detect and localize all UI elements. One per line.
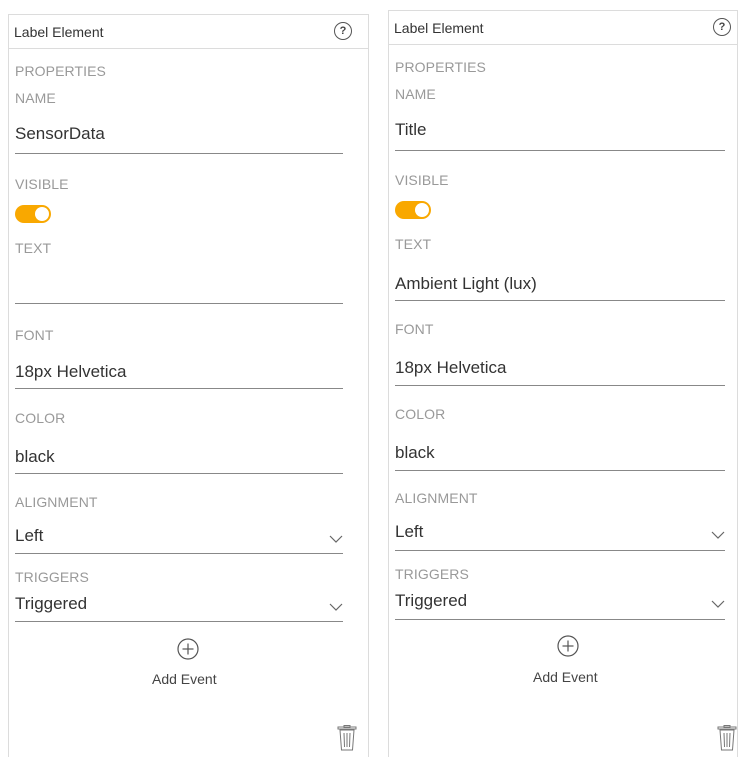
trash-icon[interactable] (717, 725, 737, 751)
help-icon[interactable]: ? (334, 22, 352, 40)
color-field[interactable]: black (15, 447, 343, 473)
alignment-value: Left (395, 522, 424, 541)
font-value: 18px Helvetica (15, 362, 127, 381)
font-label: FONT (15, 327, 54, 343)
triggers-underline (15, 621, 343, 622)
add-event-button[interactable]: Add Event (533, 669, 598, 685)
visible-label: VISIBLE (395, 172, 449, 188)
panel-title: Label Element (394, 20, 484, 36)
label-element-panel-1: Label Element ? PROPERTIES NAME SensorDa… (8, 14, 369, 757)
color-value: black (395, 443, 435, 462)
text-field[interactable]: Ambient Light (lux) (395, 274, 725, 300)
color-label: COLOR (395, 406, 446, 422)
visible-toggle[interactable] (395, 201, 431, 219)
trash-icon[interactable] (337, 725, 357, 751)
add-circle-icon[interactable] (557, 635, 579, 657)
name-underline (15, 153, 343, 154)
label-element-panel-2: Label Element ? PROPERTIES NAME Title VI… (388, 10, 738, 757)
color-field[interactable]: black (395, 443, 725, 469)
triggers-underline (395, 619, 725, 620)
triggers-select[interactable]: Triggered (395, 591, 725, 617)
color-label: COLOR (15, 410, 66, 426)
name-value: Title (395, 120, 427, 139)
panel-title: Label Element (14, 24, 104, 40)
triggers-value: Triggered (15, 594, 88, 613)
triggers-value: Triggered (395, 591, 468, 610)
properties-heading: PROPERTIES (15, 63, 106, 79)
chevron-down-icon (329, 535, 343, 543)
visible-toggle[interactable] (15, 205, 51, 223)
text-label: TEXT (15, 240, 52, 256)
visible-label: VISIBLE (15, 176, 69, 192)
font-underline (395, 385, 725, 386)
name-underline (395, 150, 725, 151)
text-label: TEXT (395, 236, 432, 252)
help-icon[interactable]: ? (713, 18, 731, 36)
properties-heading: PROPERTIES (395, 59, 486, 75)
alignment-underline (15, 553, 343, 554)
name-value: SensorData (15, 124, 105, 143)
panel-header: Label Element ? (9, 14, 368, 49)
toggle-knob (35, 207, 49, 221)
name-label: NAME (15, 90, 56, 106)
color-underline (15, 473, 343, 474)
text-underline (15, 303, 343, 304)
add-circle-icon[interactable] (177, 638, 199, 660)
alignment-label: ALIGNMENT (395, 490, 478, 506)
text-underline (395, 300, 725, 301)
font-label: FONT (395, 321, 434, 337)
name-label: NAME (395, 86, 436, 102)
text-value: Ambient Light (lux) (395, 274, 537, 293)
color-underline (395, 470, 725, 471)
add-event-button[interactable]: Add Event (152, 671, 217, 687)
panel-header: Label Element ? (389, 10, 737, 45)
alignment-select[interactable]: Left (395, 522, 725, 548)
triggers-select[interactable]: Triggered (15, 594, 343, 620)
alignment-underline (395, 550, 725, 551)
triggers-label: TRIGGERS (15, 569, 89, 585)
name-field[interactable]: Title (395, 120, 725, 150)
text-field[interactable] (15, 276, 343, 302)
toggle-knob (415, 203, 429, 217)
alignment-select[interactable]: Left (15, 526, 343, 552)
font-value: 18px Helvetica (395, 358, 507, 377)
font-underline (15, 388, 343, 389)
alignment-value: Left (15, 526, 44, 545)
triggers-label: TRIGGERS (395, 566, 469, 582)
color-value: black (15, 447, 55, 466)
alignment-label: ALIGNMENT (15, 494, 98, 510)
chevron-down-icon (711, 531, 725, 539)
font-field[interactable]: 18px Helvetica (395, 358, 725, 384)
name-field[interactable]: SensorData (15, 124, 343, 154)
font-field[interactable]: 18px Helvetica (15, 362, 343, 388)
chevron-down-icon (329, 603, 343, 611)
chevron-down-icon (711, 600, 725, 608)
